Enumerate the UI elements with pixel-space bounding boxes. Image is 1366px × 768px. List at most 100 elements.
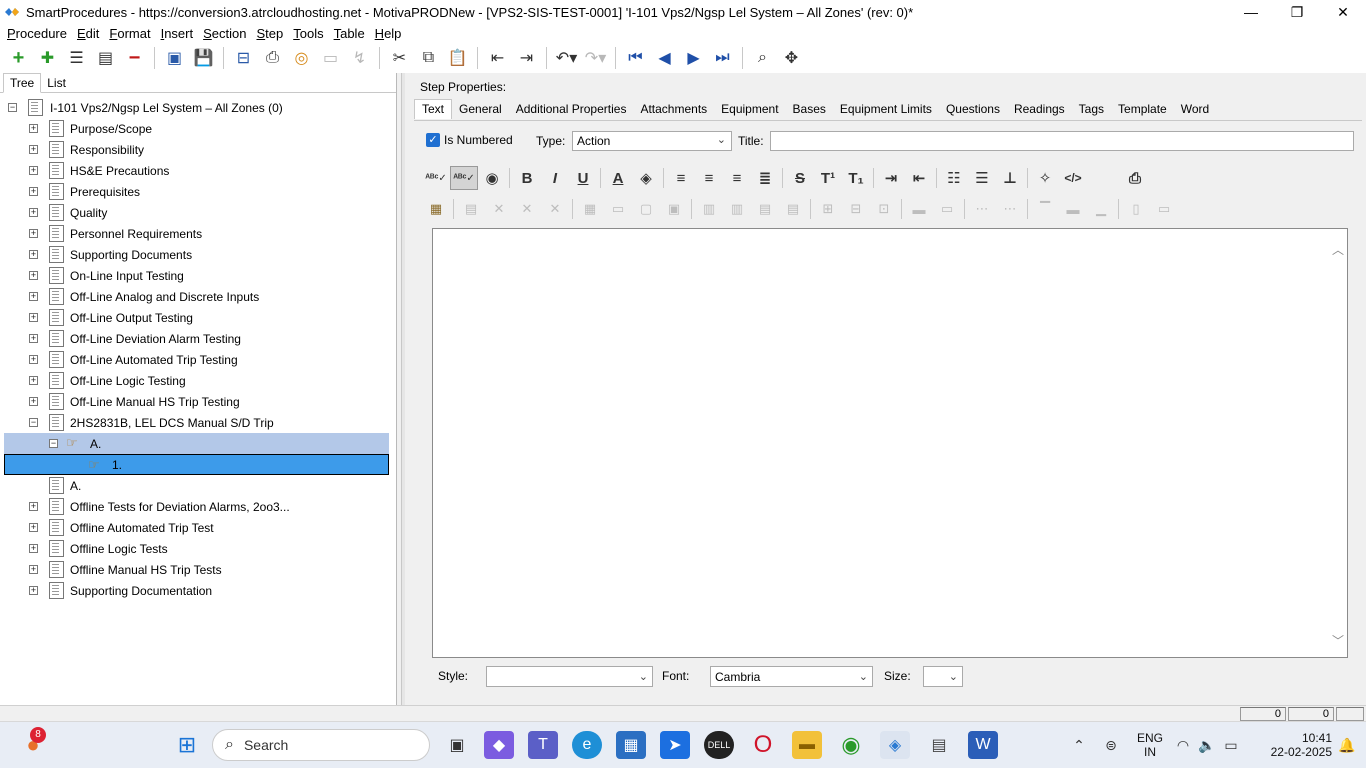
menu-procedure[interactable]: Procedure <box>2 26 72 41</box>
tab-equipment-limits[interactable]: Equipment Limits <box>833 100 939 119</box>
battery-icon[interactable]: ▭ <box>1220 731 1242 759</box>
collapse-icon[interactable]: − <box>49 439 58 448</box>
tree-section[interactable]: + Supporting Documents <box>0 244 393 265</box>
column-icon[interactable]: ▯ <box>1122 198 1150 220</box>
expand-icon[interactable]: + <box>29 355 38 364</box>
row-icon[interactable]: ▭ <box>1150 198 1178 220</box>
chevron-up-icon[interactable]: ⌃ <box>1064 731 1094 759</box>
subscript-icon[interactable]: T₁ <box>842 166 870 190</box>
magic-wand-icon[interactable]: ✧ <box>1031 166 1059 190</box>
decrease-indent-icon[interactable]: ⇤ <box>905 166 933 190</box>
power-automate-icon[interactable]: ➤ <box>660 731 690 759</box>
menu-section[interactable]: Section <box>198 26 251 41</box>
scroll-down-icon[interactable]: ﹀ <box>1332 632 1344 649</box>
bullet-list-icon[interactable]: ☷ <box>940 166 968 190</box>
expand-icon[interactable]: + <box>29 166 38 175</box>
tree-section[interactable]: + Offline Tests for Deviation Alarms, 2oo… <box>0 496 393 517</box>
smartprocedures-taskbar-icon[interactable]: ◈ <box>880 731 910 759</box>
remote-desktop-icon[interactable]: ▤ <box>924 731 954 759</box>
chrome-icon[interactable]: ◉ <box>836 731 866 759</box>
delete-column-icon[interactable]: ✕ <box>513 198 541 220</box>
teams-icon[interactable]: T <box>528 731 558 759</box>
tree-section[interactable]: + HS&E Precautions <box>0 160 393 181</box>
menu-table[interactable]: Table <box>329 26 370 41</box>
last-icon[interactable]: ⏭ <box>708 46 737 70</box>
menu-format[interactable]: Format <box>104 26 155 41</box>
tab-template[interactable]: Template <box>1111 100 1174 119</box>
paste-icon[interactable]: 📋 <box>443 46 472 70</box>
col-width-icon[interactable]: ⋯ <box>996 198 1024 220</box>
tree-section[interactable]: + Prerequisites <box>0 181 393 202</box>
remove-icon[interactable]: − <box>120 46 149 70</box>
tab-questions[interactable]: Questions <box>939 100 1007 119</box>
panel-splitter[interactable] <box>401 73 405 705</box>
print-icon[interactable]: ⎙ <box>1121 166 1149 190</box>
tab-tree[interactable]: Tree <box>3 73 42 93</box>
tree-root[interactable]: − I-101 Vps2/Ngsp Lel System – All Zones… <box>0 97 393 118</box>
expand-icon[interactable]: + <box>29 565 38 574</box>
align-right-icon[interactable]: ≡ <box>723 166 751 190</box>
network-status-icon[interactable]: ⊜ <box>1096 731 1126 759</box>
menu-edit[interactable]: Edit <box>72 26 104 41</box>
tree-section[interactable]: + Supporting Documentation <box>0 580 393 601</box>
italic-icon[interactable]: I <box>541 166 569 190</box>
expand-icon[interactable]: + <box>29 397 38 406</box>
disabled-icon[interactable]: ↯ <box>345 46 374 70</box>
dell-icon[interactable]: DELL <box>704 731 734 759</box>
undo-icon[interactable]: ↶▾ <box>552 46 581 70</box>
insert-row-below-icon[interactable]: ▤ <box>779 198 807 220</box>
horizontal-rule-icon[interactable]: ⊥ <box>996 166 1024 190</box>
notification-bell-icon[interactable]: 🔔 <box>1334 731 1360 759</box>
cell-props-icon[interactable]: ▦ <box>576 198 604 220</box>
expand-icon[interactable]: + <box>29 313 38 322</box>
align-center-icon[interactable]: ≡ <box>695 166 723 190</box>
save-icon[interactable]: 💾 <box>189 46 218 70</box>
tab-general[interactable]: General <box>452 100 509 119</box>
superscript-icon[interactable]: T¹ <box>814 166 842 190</box>
menu-help[interactable]: Help <box>370 26 407 41</box>
tree-step-1-selected[interactable]: ☞ 1. <box>4 454 389 475</box>
highlight-icon[interactable]: ◈ <box>632 166 660 190</box>
valign-bottom-icon[interactable]: ▁ <box>1087 198 1115 220</box>
cell-format-icon[interactable]: ▢ <box>632 198 660 220</box>
tab-tags[interactable]: Tags <box>1072 100 1111 119</box>
minimize-button[interactable]: — <box>1228 0 1274 24</box>
tree-section-expanded[interactable]: − 2HS2831B, LEL DCS Manual S/D Trip <box>0 412 393 433</box>
expand-icon[interactable]: + <box>29 124 38 133</box>
style-select[interactable]: ⌄ <box>486 666 653 687</box>
split-icon[interactable]: ⊞ <box>814 198 842 220</box>
tree-section[interactable]: + On-Line Input Testing <box>0 265 393 286</box>
tree-step-a[interactable]: − ☞ A. <box>4 433 389 454</box>
table-props-icon[interactable]: ▤ <box>457 198 485 220</box>
tree-section[interactable]: + Offline Automated Trip Test <box>0 517 393 538</box>
tab-text[interactable]: Text <box>414 99 453 119</box>
tree-section[interactable]: + Responsibility <box>0 139 393 160</box>
add-icon[interactable]: + <box>4 46 33 70</box>
windows-start-icon[interactable]: ⊞ <box>172 731 202 759</box>
expand-icon[interactable]: + <box>29 292 38 301</box>
align-left-icon[interactable]: ≡ <box>667 166 695 190</box>
store-icon[interactable]: ▦ <box>616 731 646 759</box>
tree-section[interactable]: + Personnel Requirements <box>0 223 393 244</box>
add-child-icon[interactable]: ✚ <box>33 46 62 70</box>
html-code-icon[interactable]: </> <box>1059 166 1087 190</box>
move-icon[interactable]: ✥ <box>777 46 806 70</box>
edge-icon[interactable]: e <box>572 731 602 759</box>
tab-word[interactable]: Word <box>1174 100 1216 119</box>
tree-section[interactable]: + Off-Line Logic Testing <box>0 370 393 391</box>
tree-section[interactable]: + Offline Manual HS Trip Tests <box>0 559 393 580</box>
merge-icon[interactable]: ⊟ <box>842 198 870 220</box>
tab-list[interactable]: List <box>41 74 72 92</box>
list-multi-icon[interactable]: ▤ <box>91 46 120 70</box>
strikethrough-icon[interactable]: S <box>786 166 814 190</box>
language-indicator[interactable]: ENG IN <box>1132 731 1168 759</box>
collapse-icon[interactable]: − <box>8 103 17 112</box>
tab-attachments[interactable]: Attachments <box>633 100 714 119</box>
menu-insert[interactable]: Insert <box>156 26 199 41</box>
insert-col-left-icon[interactable]: ▥ <box>695 198 723 220</box>
opera-icon[interactable]: O <box>748 731 778 759</box>
tab-bases[interactable]: Bases <box>786 100 833 119</box>
copy-icon[interactable]: ⧉ <box>414 46 443 70</box>
type-select[interactable]: Action ⌄ <box>572 131 732 151</box>
underline-icon[interactable]: U <box>569 166 597 190</box>
